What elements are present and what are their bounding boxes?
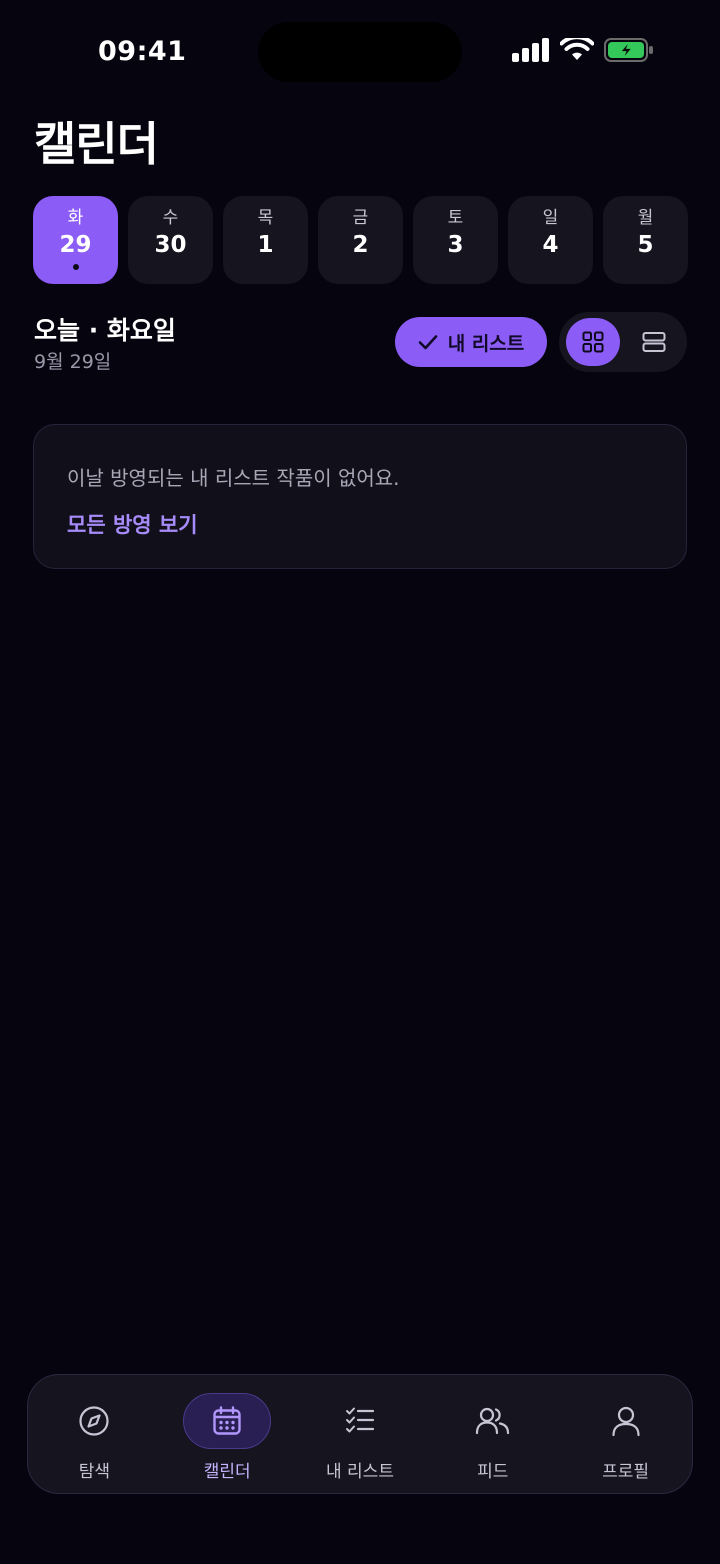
day-number: 3 xyxy=(447,232,464,258)
tab-explore[interactable]: 탐색 xyxy=(28,1375,161,1493)
calendar-icon xyxy=(213,1406,241,1435)
day-sun-4[interactable]: 일 4 xyxy=(508,196,593,284)
today-dot xyxy=(72,264,79,270)
view-all-airings-link[interactable]: 모든 방영 보기 xyxy=(67,509,198,539)
checklist-icon xyxy=(345,1407,375,1433)
today-date: 9월 29일 xyxy=(34,351,112,373)
day-weekday: 수 xyxy=(162,208,179,228)
day-number: 29 xyxy=(59,232,92,258)
day-number: 5 xyxy=(637,232,654,258)
tab-feed[interactable]: 피드 xyxy=(426,1375,559,1493)
tab-icon-container xyxy=(316,1393,404,1449)
battery-charging-icon xyxy=(604,38,653,62)
day-weekday: 목 xyxy=(257,208,274,228)
list-view-button[interactable] xyxy=(627,318,681,366)
empty-state-message: 이날 방영되는 내 리스트 작품이 없어요. xyxy=(67,466,400,490)
today-heading: 오늘 · 화요일 xyxy=(34,316,176,345)
tab-icon-container xyxy=(183,1393,272,1449)
check-icon xyxy=(418,335,438,350)
bottom-tab-bar: 탐색 캘린더 내 리스트 피드 프로필 xyxy=(27,1374,693,1494)
grid-view-button[interactable] xyxy=(566,318,620,366)
tab-my-list[interactable]: 내 리스트 xyxy=(294,1375,427,1493)
day-weekday: 토 xyxy=(447,208,464,228)
day-thu-1[interactable]: 목 1 xyxy=(223,196,308,284)
tab-icon-container xyxy=(582,1393,670,1449)
users-icon xyxy=(475,1407,509,1435)
day-number: 1 xyxy=(257,232,274,258)
wifi-icon xyxy=(560,38,594,60)
day-number: 4 xyxy=(542,232,559,258)
day-weekday: 금 xyxy=(352,208,369,228)
day-wed-30[interactable]: 수 30 xyxy=(128,196,213,284)
tab-icon-container xyxy=(50,1393,138,1449)
user-icon xyxy=(611,1406,640,1437)
tab-label: 내 리스트 xyxy=(326,1462,394,1482)
day-fri-2[interactable]: 금 2 xyxy=(318,196,403,284)
day-weekday: 화 xyxy=(67,208,84,228)
status-icons xyxy=(512,38,654,62)
day-mon-5[interactable]: 월 5 xyxy=(603,196,688,284)
day-selector: 화 29 수 30 목 1 금 2 토 3 일 4 월 5 xyxy=(33,196,688,284)
tab-label: 캘린더 xyxy=(203,1462,251,1482)
page-title: 캘린더 xyxy=(34,117,159,171)
day-weekday: 월 xyxy=(637,208,654,228)
dynamic-island xyxy=(258,22,462,82)
tab-calendar[interactable]: 캘린더 xyxy=(161,1375,294,1493)
tab-label: 프로필 xyxy=(602,1462,650,1482)
signal-icon xyxy=(512,38,549,62)
my-list-filter-label: 내 리스트 xyxy=(447,332,525,355)
tab-label: 탐색 xyxy=(78,1462,111,1482)
day-weekday: 일 xyxy=(542,208,559,228)
view-toggle xyxy=(559,312,687,372)
tab-label: 피드 xyxy=(477,1462,509,1482)
day-number: 30 xyxy=(154,232,187,258)
tab-profile[interactable]: 프로필 xyxy=(559,1375,692,1493)
empty-state-card: 이날 방영되는 내 리스트 작품이 없어요. 모든 방영 보기 xyxy=(33,424,687,569)
tab-icon-container xyxy=(449,1393,537,1449)
compass-icon xyxy=(79,1406,109,1436)
grid-icon xyxy=(582,331,604,353)
day-number: 2 xyxy=(352,232,369,258)
status-time: 09:41 xyxy=(98,36,187,67)
my-list-filter-button[interactable]: 내 리스트 xyxy=(395,317,547,367)
day-tue-29[interactable]: 화 29 xyxy=(33,196,118,284)
calendar-screen: 09:41 캘린더 화 29 수 30 목 1 금 2 토 3 일 4 월 5 … xyxy=(0,0,720,1564)
rows-icon xyxy=(642,332,666,352)
day-sat-3[interactable]: 토 3 xyxy=(413,196,498,284)
